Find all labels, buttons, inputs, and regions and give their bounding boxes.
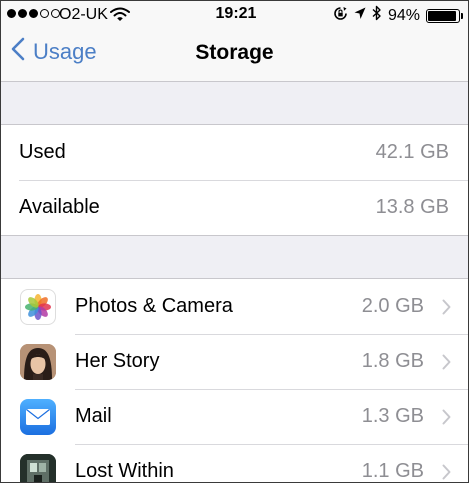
bluetooth-icon <box>372 5 382 26</box>
chevron-right-icon <box>442 463 451 482</box>
chevron-right-icon <box>442 353 451 376</box>
carrier-name: O2-UK <box>59 6 108 23</box>
status-indicators: 94% <box>333 5 463 26</box>
app-size: 2.0 GB <box>361 295 424 317</box>
app-name: Mail <box>75 405 112 427</box>
app-name: Her Story <box>75 350 160 372</box>
signal-dot <box>40 9 49 18</box>
screen: O2-UK 19:21 94% Usage Storage Used 42.1 … <box>0 0 469 483</box>
used-label: Used <box>19 141 66 163</box>
storage-summary-group: Used 42.1 GB Available 13.8 GB <box>1 124 468 236</box>
mail-icon <box>20 399 56 435</box>
app-row-her-story[interactable]: Her Story 1.8 GB <box>1 334 468 389</box>
app-row-mail[interactable]: Mail 1.3 GB <box>1 389 468 444</box>
app-row-lost-within[interactable]: Lost Within 1.1 GB <box>1 444 468 482</box>
top-bar: O2-UK 19:21 94% Usage Storage <box>1 1 468 82</box>
page-title: Storage <box>195 41 274 64</box>
battery-percentage: 94% <box>387 6 420 24</box>
lost-within-icon <box>20 454 56 482</box>
chevron-right-icon <box>442 298 451 321</box>
battery-level <box>428 10 457 21</box>
app-name: Lost Within <box>75 460 174 482</box>
available-value: 13.8 GB <box>375 196 449 218</box>
signal-strength-icon <box>7 9 60 18</box>
used-row: Used 42.1 GB <box>1 125 468 180</box>
battery-icon <box>426 8 463 23</box>
app-size: 1.8 GB <box>361 350 424 372</box>
signal-dot <box>18 9 27 18</box>
rotation-lock-icon <box>333 6 348 26</box>
available-row: Available 13.8 GB <box>1 180 468 235</box>
app-name: Photos & Camera <box>75 295 233 317</box>
photos-icon <box>20 289 56 325</box>
status-bar: O2-UK 19:21 94% <box>1 1 468 29</box>
app-size: 1.1 GB <box>361 460 424 482</box>
her-story-icon <box>20 344 56 380</box>
app-list-group: Photos & Camera 2.0 GB Her Story 1.8 GB <box>1 278 468 482</box>
used-value: 42.1 GB <box>375 141 449 163</box>
app-row-photos[interactable]: Photos & Camera 2.0 GB <box>1 279 468 334</box>
signal-dot <box>7 9 16 18</box>
status-time: 19:21 <box>215 5 257 22</box>
app-size: 1.3 GB <box>361 405 424 427</box>
wifi-icon <box>110 7 130 27</box>
signal-dot <box>29 9 38 18</box>
chevron-right-icon <box>442 408 451 431</box>
location-icon <box>354 7 366 25</box>
available-label: Available <box>19 196 100 218</box>
